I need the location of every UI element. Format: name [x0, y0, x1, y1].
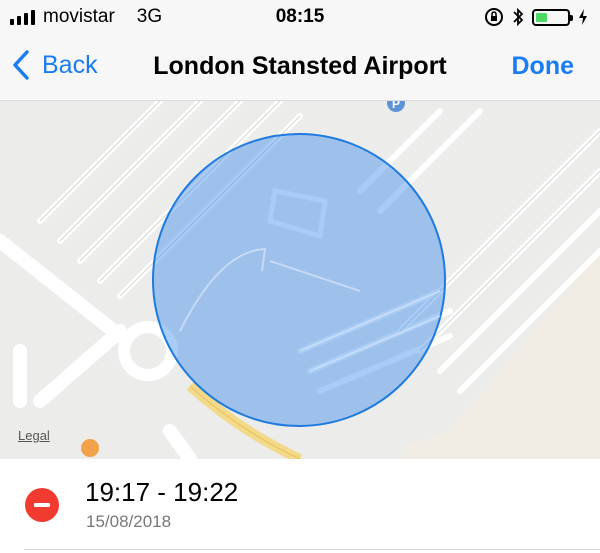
row-divider [24, 549, 600, 550]
battery-icon [532, 8, 573, 26]
legal-link[interactable]: Legal [18, 428, 50, 443]
restaurant-icon [81, 439, 99, 457]
bluetooth-icon [513, 7, 524, 27]
navigation-bar: Back London Stansted Airport Done [0, 36, 600, 101]
page-title: London Stansted Airport [153, 52, 447, 80]
orientation-lock-icon [485, 8, 503, 26]
map-view[interactable]: P Legal [0, 101, 600, 459]
geofence-region [152, 133, 446, 427]
time-range-label: 19:17 - 19:22 [85, 477, 239, 507]
status-right [484, 7, 588, 27]
status-bar: movistar 3G 08:15 [0, 0, 600, 36]
date-label: 15/08/2018 [86, 512, 172, 531]
map-canvas: P [0, 101, 600, 459]
svg-text:P: P [392, 101, 400, 111]
done-button[interactable]: Done [512, 52, 575, 81]
delete-icon[interactable] [25, 488, 59, 522]
charging-icon [579, 9, 587, 25]
